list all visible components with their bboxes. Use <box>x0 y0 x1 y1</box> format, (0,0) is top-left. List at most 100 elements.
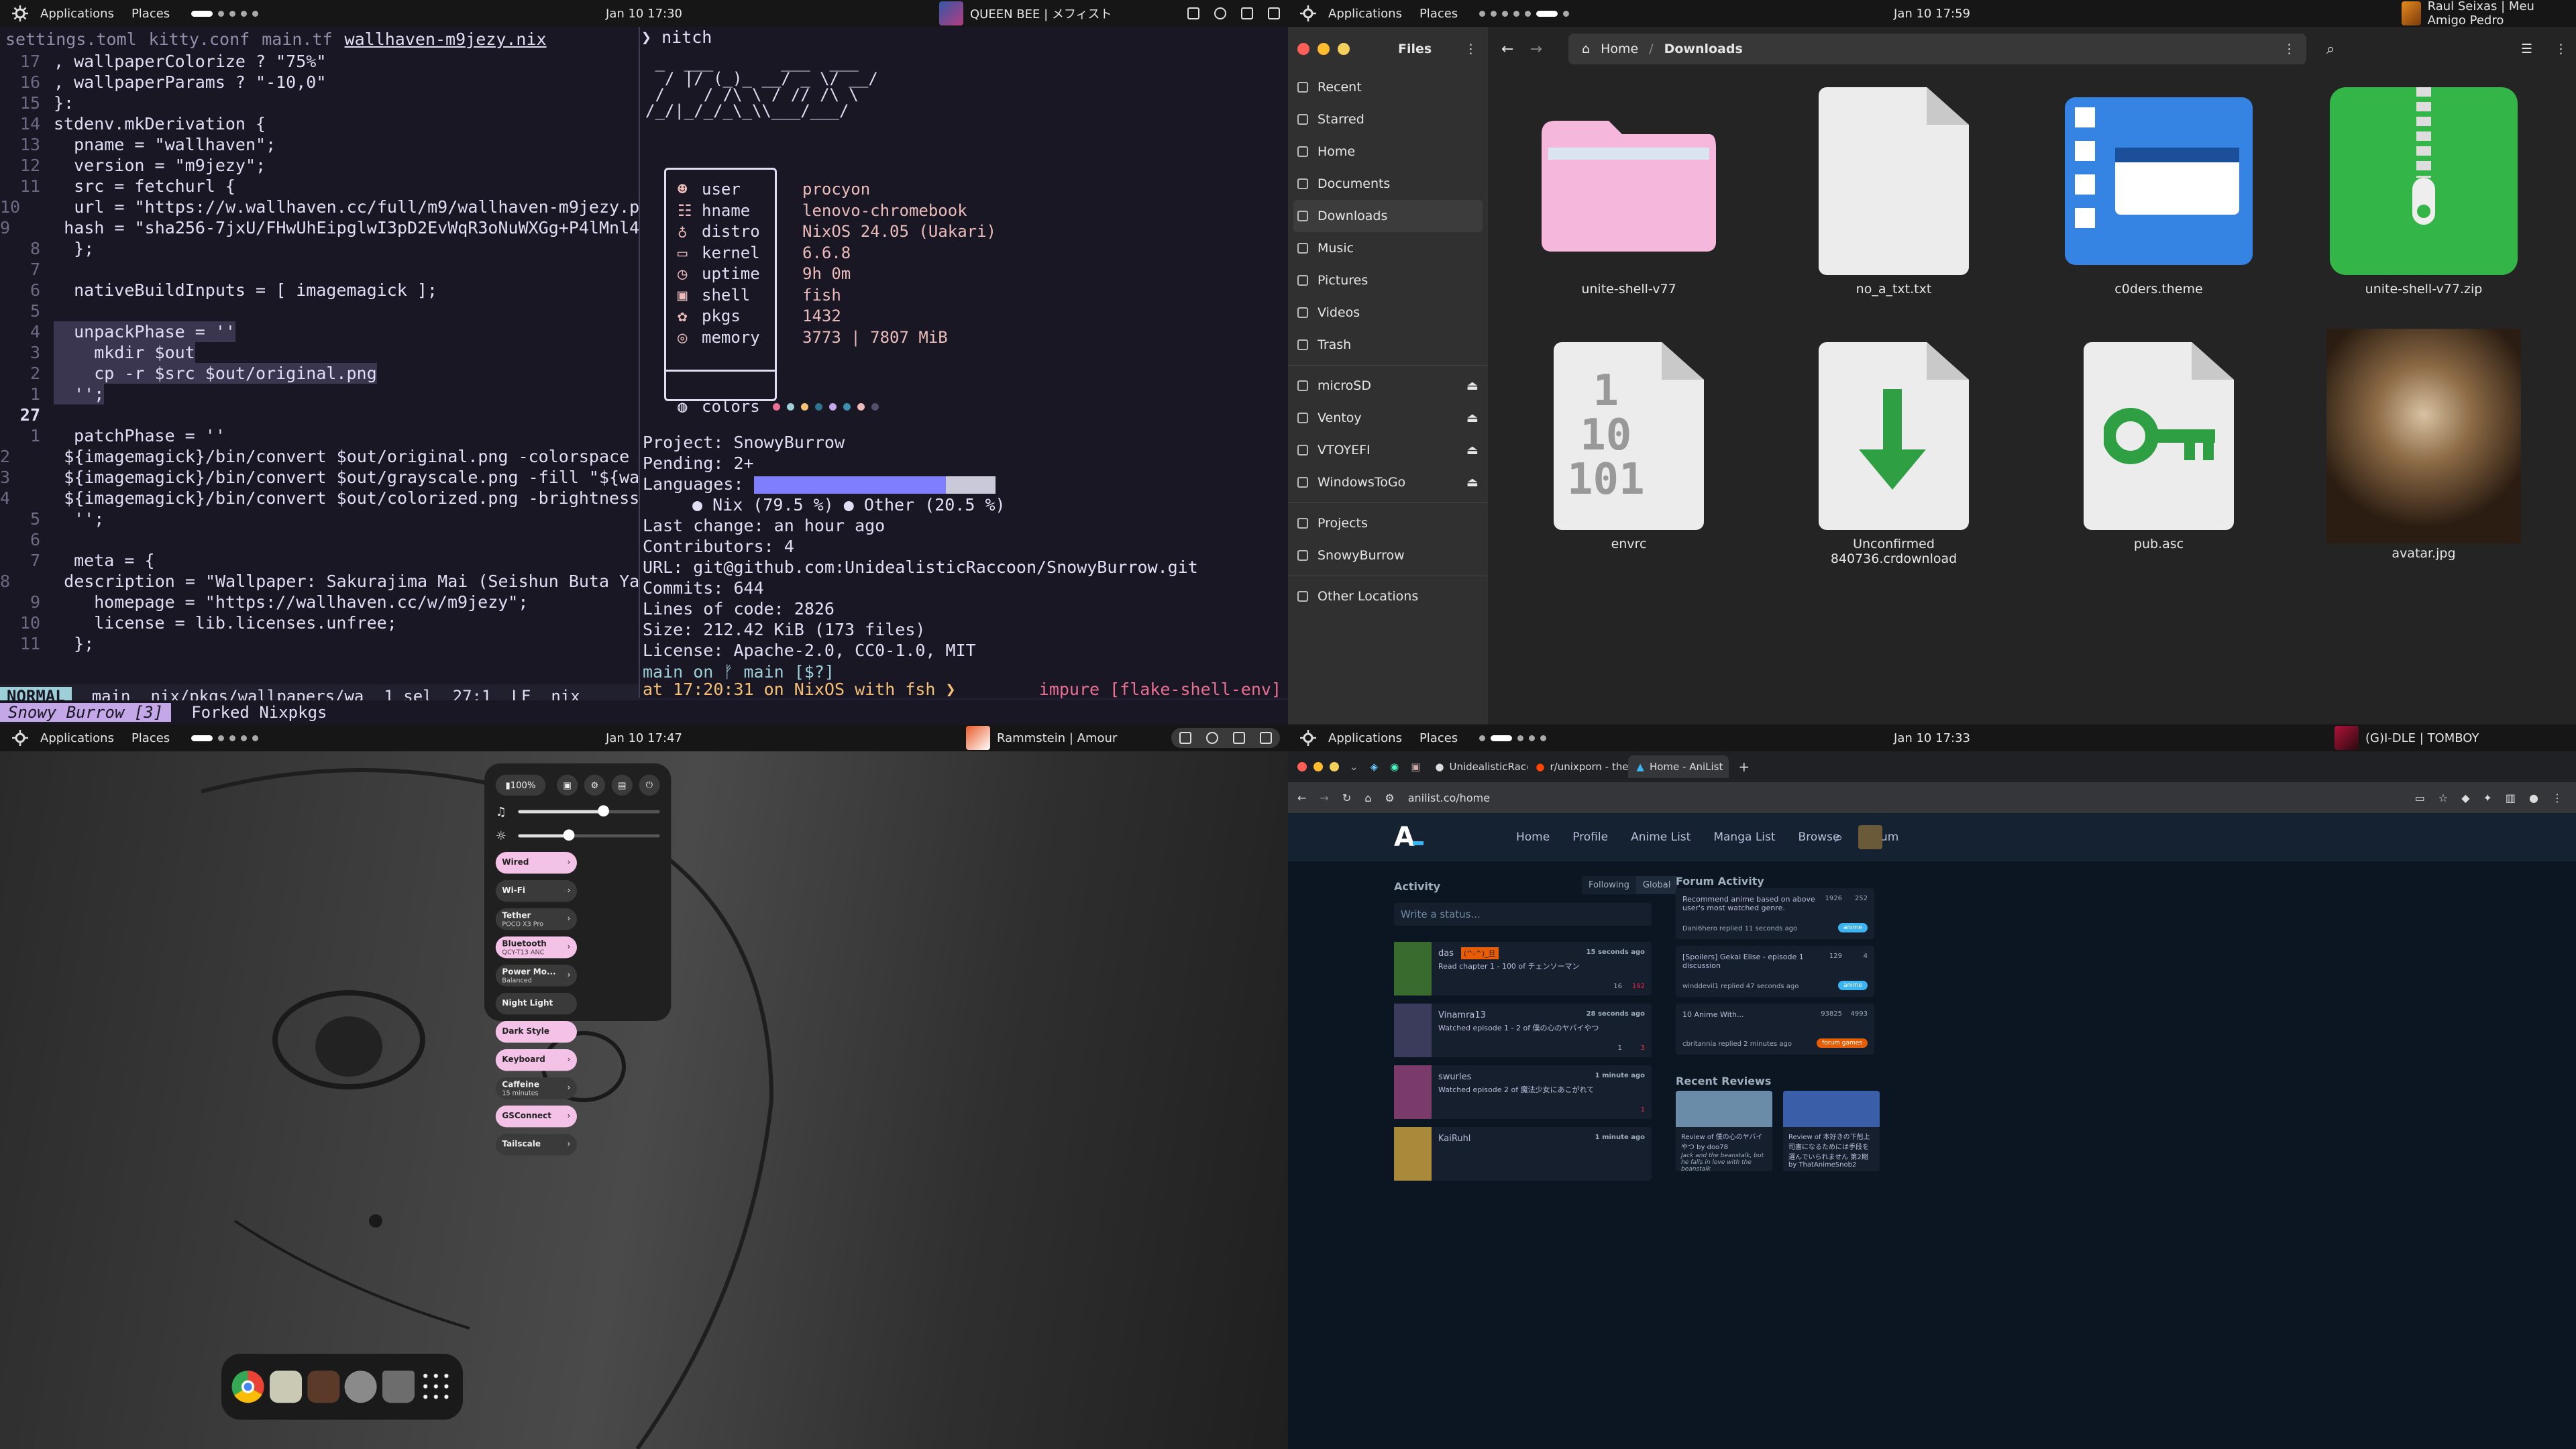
browser-tab-active[interactable]: ▲ Home - AniList × <box>1628 755 1729 778</box>
cover-image[interactable] <box>1394 942 1432 996</box>
quick-tile[interactable]: Wi-Fi › <box>495 880 577 902</box>
eject-icon[interactable]: ⏏ <box>1466 443 1479 458</box>
sidebar-item[interactable]: Music <box>1288 232 1488 264</box>
activity-card[interactable]: Vinamra13 28 seconds ago Watched episode 1… <box>1394 1004 1652 1057</box>
applications-menu[interactable]: Applications <box>1328 7 1402 21</box>
filter-global[interactable]: Global <box>1635 876 1678 894</box>
nav-link[interactable]: Browse <box>1799 830 1840 844</box>
applications-menu[interactable]: Applications <box>40 7 114 21</box>
file-item-text[interactable]: no_a_txt.txt <box>1793 80 1994 297</box>
screen-icon[interactable] <box>1179 732 1191 744</box>
activity-user[interactable]: das <box>1438 949 1454 959</box>
settings-button[interactable]: ⚙ <box>584 774 605 796</box>
file-item-download[interactable]: Unconfirmed 840736.crdownload <box>1793 335 1994 566</box>
kitty-tab[interactable]: Forked Nixpkgs <box>191 703 327 722</box>
eject-icon[interactable]: ⏏ <box>1466 378 1479 393</box>
sidebar-item[interactable]: microSD ⏏ <box>1288 370 1488 402</box>
helix-editor[interactable]: settings.toml kitty.conf main.tf wallhav… <box>0 27 659 708</box>
view-icon[interactable]: ☰ <box>2521 42 2532 56</box>
maximize-button[interactable] <box>1338 43 1350 55</box>
forum-title[interactable]: 10 Anime With... <box>1682 1010 1817 1019</box>
activity-card[interactable]: swurles 1 minute ago Watched episode 2 of … <box>1394 1065 1652 1119</box>
gnome-logo-icon[interactable] <box>1288 729 1328 747</box>
sidebar-item[interactable]: Pictures <box>1288 264 1488 297</box>
arrow-icon[interactable]: › <box>568 1056 571 1065</box>
chrome-icon[interactable] <box>231 1371 264 1403</box>
menu-icon[interactable]: ⋮ <box>1464 42 1477 56</box>
search-icon[interactable]: ⌕ <box>2326 41 2334 58</box>
lock-button[interactable]: ▤ <box>611 774 633 796</box>
workspace-indicator[interactable] <box>191 10 259 17</box>
review-card[interactable]: Review of 本好きの下剋上 司書になるためには手段を選んでいられません … <box>1783 1091 1880 1171</box>
sidebar-item[interactable]: SnowyBurrow <box>1288 539 1488 572</box>
nav-link[interactable]: Home <box>1516 830 1550 844</box>
file-item-zip[interactable]: unite-shell-v77.zip <box>2323 80 2524 297</box>
editor-tab[interactable]: main.tf <box>262 30 332 49</box>
browser-tab[interactable]: ●r/unixporn - the home fo× <box>1527 755 1628 778</box>
maximize-button[interactable] <box>1330 762 1339 771</box>
kitty-tab-active[interactable]: Snowy Burrow [3] <box>0 703 172 722</box>
applications-menu[interactable]: Applications <box>40 731 114 745</box>
forum-tag[interactable]: anime <box>1837 981 1868 990</box>
cover-image[interactable] <box>1394 1065 1432 1119</box>
activity-user[interactable]: Vinamra13 <box>1438 1010 1486 1020</box>
editor-tab-active[interactable]: wallhaven-m9jezy.nix <box>345 30 547 49</box>
forum-card[interactable]: Recommend anime based on above user's mo… <box>1676 888 1874 939</box>
cover-image[interactable] <box>1394 1004 1432 1057</box>
sidebar-item[interactable]: Downloads <box>1293 200 1483 232</box>
browser-tab[interactable]: ●UnidealisticRaccoon (Un× <box>1427 755 1527 778</box>
media-indicator[interactable]: Raul Seixas | Meu Amigo Pedro <box>2402 0 2576 28</box>
forum-card[interactable]: [Spoilers] Gekai Elise - episode 1 discu… <box>1676 946 1874 997</box>
code-area[interactable]: 17, wallpaperColorize ? "75%" 16, wallpap… <box>0 51 659 654</box>
quick-tile[interactable]: Keyboard › <box>495 1049 577 1071</box>
screen-icon[interactable] <box>1187 7 1199 19</box>
sidebar-item[interactable]: Documents <box>1288 168 1488 200</box>
reply-count[interactable]: 16 <box>1613 983 1622 990</box>
main-menu-icon[interactable]: ⋮ <box>2555 42 2567 56</box>
file-item-key[interactable]: pub.asc <box>2058 335 2259 551</box>
workspace-indicator[interactable] <box>191 735 259 741</box>
quick-tile[interactable]: Dark Style <box>495 1021 577 1043</box>
gnome-logo-icon[interactable] <box>0 729 40 747</box>
quick-tile[interactable]: GSConnect › <box>495 1106 577 1128</box>
cast-icon[interactable]: ▭ <box>2415 792 2425 804</box>
trash-icon[interactable] <box>382 1371 415 1403</box>
extension-icon[interactable]: ◆ <box>2461 792 2469 804</box>
arrow-icon[interactable]: › <box>568 943 571 952</box>
battery-icon[interactable] <box>1260 732 1272 744</box>
browser-menu-icon[interactable]: ⋮ <box>2552 792 2563 804</box>
like-count[interactable]: 1 <box>1641 1106 1645 1114</box>
sidebar-item[interactable]: Ventoy ⏏ <box>1288 402 1488 434</box>
path-menu-icon[interactable]: ⋮ <box>2283 42 2296 56</box>
settings-icon[interactable] <box>344 1371 377 1403</box>
file-item-envrc[interactable]: 1 10 101 envrc <box>1528 335 1729 551</box>
forum-title[interactable]: Recommend anime based on above user's mo… <box>1682 895 1817 912</box>
forward-icon[interactable]: → <box>1320 792 1328 804</box>
anilist-logo[interactable]: A <box>1394 822 1415 853</box>
bluetooth-icon[interactable] <box>1214 7 1226 19</box>
path-home[interactable]: Home <box>1601 42 1638 56</box>
media-indicator[interactable]: Rammstein | Amour <box>966 726 1117 750</box>
system-tray[interactable] <box>1187 7 1280 19</box>
like-count[interactable]: 3 <box>1641 1044 1645 1052</box>
cover-image[interactable] <box>1394 1127 1432 1181</box>
screenshot-button[interactable]: ▣ <box>557 774 578 796</box>
battery-icon[interactable] <box>1268 7 1280 19</box>
terminal-pane[interactable]: ❯ nitch _ ___ ___ ___ / |/ (_)_ __/ _ \/… <box>639 27 1288 699</box>
quick-tile[interactable]: Power Mo... Balanced › <box>495 965 577 987</box>
arrow-icon[interactable]: › <box>568 887 571 896</box>
quick-tile[interactable]: Caffeine 15 minutes › <box>495 1077 577 1099</box>
app-grid-icon[interactable] <box>419 1371 452 1403</box>
quick-tile[interactable]: Bluetooth QCY-T13 ANC › <box>495 936 577 959</box>
file-item-theme[interactable]: c0ders.theme <box>2058 80 2259 297</box>
sidebar-item[interactable]: Projects <box>1288 507 1488 539</box>
activity-user[interactable]: KaiRuhl <box>1438 1134 1470 1144</box>
sidebar-item[interactable]: Trash <box>1288 329 1488 361</box>
brightness-slider[interactable] <box>518 829 660 841</box>
minimize-button[interactable] <box>1313 762 1323 771</box>
status-input[interactable]: Write a status... <box>1394 903 1652 926</box>
media-indicator[interactable]: (G)I-DLE | TOMBOY <box>2334 726 2479 750</box>
back-icon[interactable]: ← <box>1501 41 1513 58</box>
places-menu[interactable]: Places <box>131 7 170 21</box>
nav-link[interactable]: Profile <box>1572 830 1608 844</box>
